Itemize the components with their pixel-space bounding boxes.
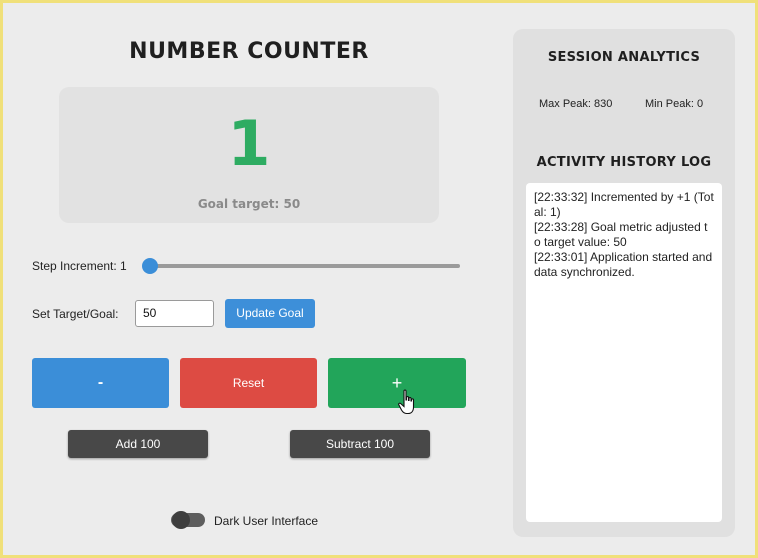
step-slider-thumb[interactable] [142,258,158,274]
log-entry: [22:33:01] Application started and data … [534,250,713,279]
subtract-100-button[interactable]: Subtract 100 [290,430,430,458]
log-entry: [22:33:32] Incremented by +1 (Total: 1) [534,190,714,219]
dark-mode-label: Dark User Interface [214,514,319,528]
log-entry: [22:33:28] Goal metric adjusted to targe… [534,220,708,249]
toggle-knob [172,511,190,529]
analytics-sidebar: SESSION ANALYTICS Max Peak: 830 Min Peak… [513,29,735,537]
dark-mode-toggle[interactable] [171,511,205,529]
activity-log[interactable]: [22:33:32] Incremented by +1 (Total: 1) … [526,183,722,522]
counter-display: 1 Goal target: 50 [59,87,439,223]
goal-target-text: Goal target: 50 [197,197,301,211]
activity-history-heading: ACTIVITY HISTORY LOG [536,155,712,170]
update-goal-button[interactable]: Update Goal [225,299,315,328]
min-peak-stat: Min Peak: 0 [645,98,704,110]
increment-button[interactable]: + [328,358,466,408]
target-goal-input[interactable]: 50 [135,300,214,327]
hand-cursor-icon [398,389,415,415]
counter-panel: NUMBER COUNTER 1 Goal target: 50 Step In… [3,3,503,555]
app-window: NUMBER COUNTER 1 Goal target: 50 Step In… [0,0,758,558]
decrement-button[interactable]: - [32,358,169,408]
step-increment-label: Step Increment: 1 [32,259,127,273]
reset-button[interactable]: Reset [180,358,317,408]
add-100-button[interactable]: Add 100 [68,430,208,458]
target-goal-label: Set Target/Goal: [32,307,119,321]
step-increment-slider[interactable] [149,264,460,268]
session-analytics-heading: SESSION ANALYTICS [547,50,701,65]
counter-value: 1 [227,107,271,180]
max-peak-stat: Max Peak: 830 [539,98,613,110]
page-title: NUMBER COUNTER [129,39,369,64]
